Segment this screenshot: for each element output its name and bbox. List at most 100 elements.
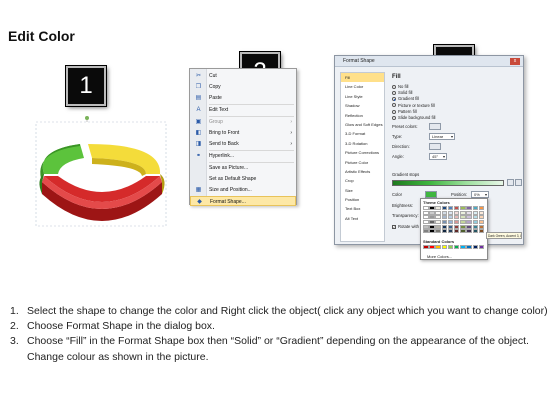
color-swatch[interactable] <box>472 210 478 215</box>
radio-icon[interactable] <box>392 97 396 102</box>
angle-input[interactable]: 45° <box>429 153 447 160</box>
color-swatch[interactable] <box>447 210 454 215</box>
color-swatch[interactable] <box>472 206 478 210</box>
color-swatch[interactable] <box>453 206 460 210</box>
color-swatch[interactable] <box>466 229 472 234</box>
color-swatch[interactable] <box>441 229 448 234</box>
fill-option-no-fill[interactable]: No fill <box>392 84 408 90</box>
category-text-box[interactable]: Text Box <box>341 204 384 213</box>
category-3-d-rotation[interactable]: 3-D Rotation <box>341 139 384 148</box>
color-swatch[interactable] <box>429 215 435 220</box>
menu-item-cut[interactable]: ✂ Cut <box>190 71 296 81</box>
category-picture-color[interactable]: Picture Color <box>341 158 384 167</box>
type-select[interactable]: Linear <box>429 133 455 140</box>
color-swatch[interactable] <box>460 210 466 215</box>
color-swatch[interactable] <box>460 224 466 229</box>
color-swatch[interactable] <box>423 215 429 220</box>
color-swatch[interactable] <box>441 245 448 249</box>
ring-diagram[interactable] <box>22 108 182 238</box>
color-swatch[interactable] <box>460 245 466 249</box>
color-swatch[interactable] <box>453 245 460 249</box>
menu-item-send-to-back[interactable]: ◨ Send to Back › <box>190 139 296 149</box>
color-swatch[interactable] <box>423 210 429 215</box>
category-line-color[interactable]: Line Color <box>341 82 384 91</box>
color-swatch[interactable] <box>423 229 429 234</box>
color-swatch[interactable] <box>435 210 441 215</box>
color-swatch[interactable] <box>460 206 466 210</box>
color-swatch[interactable] <box>429 224 435 229</box>
color-swatch[interactable] <box>472 220 478 225</box>
fill-option-gradient-fill[interactable]: Gradient fill <box>392 96 419 102</box>
category-shadow[interactable]: Shadow <box>341 101 384 110</box>
color-swatch[interactable] <box>478 210 485 215</box>
color-swatch[interactable] <box>447 229 454 234</box>
category-alt-text[interactable]: Alt Text <box>341 214 384 223</box>
color-swatch[interactable] <box>472 245 478 249</box>
color-swatch[interactable] <box>472 229 478 234</box>
color-swatch[interactable] <box>466 206 472 210</box>
close-icon[interactable]: x <box>510 58 520 65</box>
color-swatch[interactable] <box>453 215 460 220</box>
menu-item-group[interactable]: ▣ Group › <box>190 117 296 127</box>
category-size[interactable]: Size <box>341 186 384 195</box>
rotate-handle[interactable] <box>85 116 89 120</box>
color-swatch[interactable] <box>441 220 448 225</box>
fill-option-pattern-fill[interactable]: Pattern fill <box>392 109 417 115</box>
color-swatch[interactable] <box>478 215 485 220</box>
menu-item-edit-text[interactable]: A Edit Text <box>190 105 296 115</box>
color-swatch[interactable] <box>429 220 435 225</box>
color-swatch[interactable] <box>466 210 472 215</box>
preset-colors-button[interactable] <box>429 123 441 130</box>
color-swatch[interactable] <box>447 224 454 229</box>
color-swatch[interactable] <box>423 245 429 249</box>
category-line-style[interactable]: Line Style <box>341 92 384 101</box>
radio-icon[interactable] <box>392 103 396 108</box>
menu-item-bring-to-front[interactable]: ◧ Bring to Front › <box>190 128 296 138</box>
category-crop[interactable]: Crop <box>341 176 384 185</box>
remove-stop-button[interactable] <box>515 179 522 186</box>
color-swatch[interactable] <box>466 215 472 220</box>
menu-item-copy[interactable]: ❐ Copy <box>190 82 296 92</box>
color-swatch[interactable] <box>453 224 460 229</box>
color-swatch[interactable] <box>472 224 478 229</box>
category-fill[interactable]: Fill <box>341 73 384 83</box>
color-swatch[interactable] <box>435 229 441 234</box>
color-swatch[interactable] <box>441 215 448 220</box>
direction-button[interactable] <box>429 143 441 150</box>
category-position[interactable]: Position <box>341 195 384 204</box>
color-swatch[interactable] <box>478 206 485 210</box>
radio-icon[interactable] <box>392 109 396 114</box>
color-swatch[interactable] <box>460 215 466 220</box>
color-swatch[interactable] <box>460 229 466 234</box>
color-swatch[interactable] <box>466 245 472 249</box>
category-glow-and-soft-edges[interactable]: Glow and Soft Edges <box>341 120 384 129</box>
color-swatch[interactable] <box>435 215 441 220</box>
radio-icon[interactable] <box>392 91 396 96</box>
fill-option-picture-or-texture-fill[interactable]: Picture or texture fill <box>392 103 435 109</box>
color-swatch[interactable] <box>441 224 448 229</box>
color-swatch[interactable] <box>478 224 485 229</box>
color-swatch[interactable] <box>453 220 460 225</box>
menu-item-save-as-picture[interactable]: Save as Picture... <box>190 163 296 173</box>
color-swatch[interactable] <box>453 210 460 215</box>
radio-icon[interactable] <box>392 115 396 120</box>
color-swatch[interactable] <box>435 220 441 225</box>
category-3-d-format[interactable]: 3-D Format <box>341 129 384 138</box>
stop-color-button[interactable] <box>425 191 437 198</box>
fill-option-solid-fill[interactable]: Solid fill <box>392 90 412 96</box>
menu-item-format-shape[interactable]: ◆ Format Shape... <box>190 196 296 206</box>
color-swatch[interactable] <box>423 220 429 225</box>
radio-icon[interactable] <box>392 84 396 89</box>
menu-item-hyperlink[interactable]: ⚭ Hyperlink... <box>190 151 296 161</box>
menu-item-set-as-default-shape[interactable]: Set as Default Shape <box>190 174 296 184</box>
color-swatch[interactable] <box>472 215 478 220</box>
color-swatch[interactable] <box>429 245 435 249</box>
color-swatch[interactable] <box>435 245 441 249</box>
color-swatch[interactable] <box>460 220 466 225</box>
more-colors-link[interactable]: More Colors... <box>427 254 452 259</box>
category-reflection[interactable]: Reflection <box>341 111 384 120</box>
color-swatch[interactable] <box>447 245 454 249</box>
position-input[interactable]: 0% <box>471 191 489 198</box>
color-swatch[interactable] <box>466 224 472 229</box>
gradient-stops-bar[interactable] <box>392 180 504 186</box>
